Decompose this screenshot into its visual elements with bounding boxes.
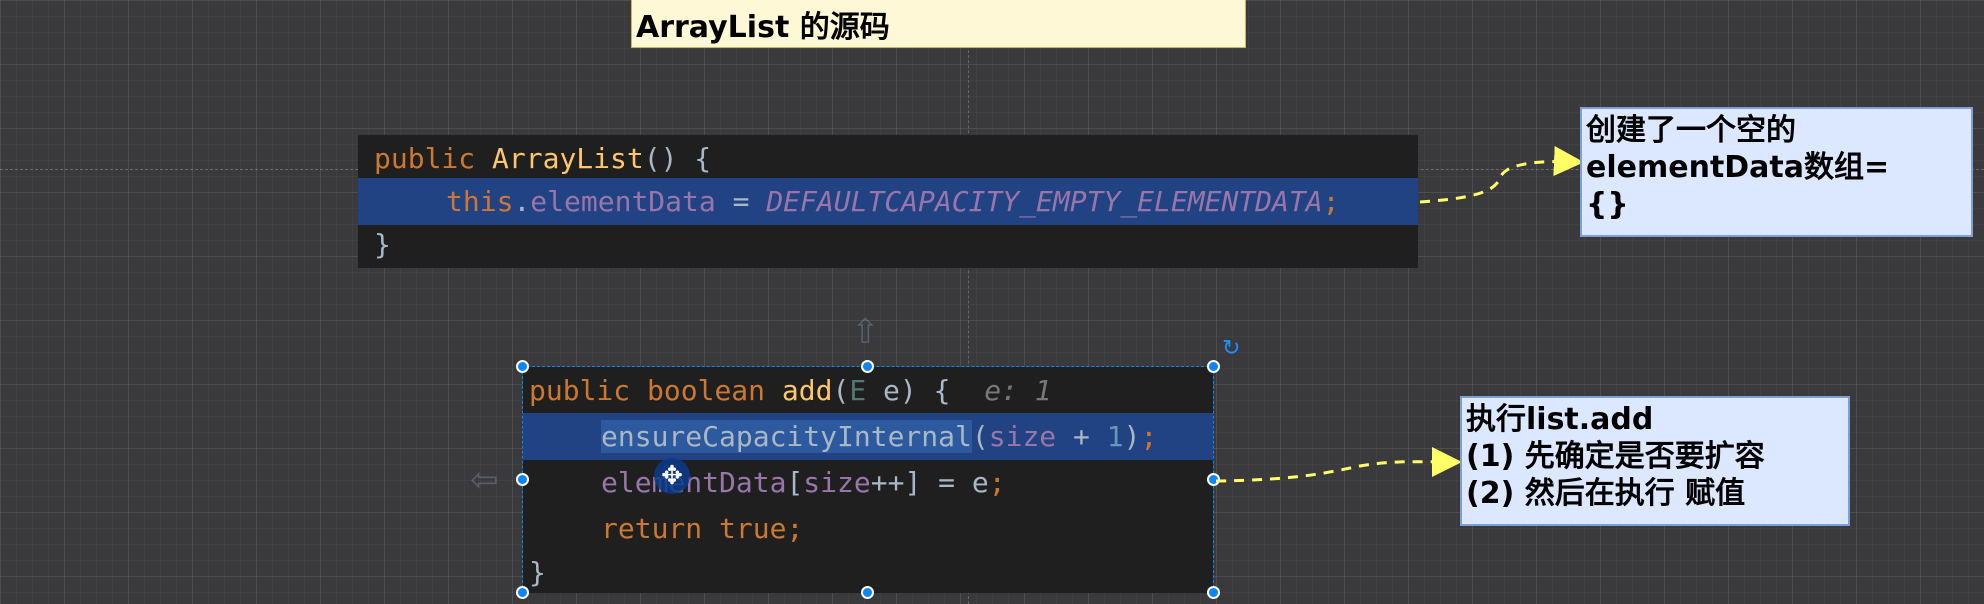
note-line: 执行list.add: [1466, 402, 1654, 437]
note-add[interactable]: 执行list.add (1) 先确定是否要扩容 (2) 然后在执行 赋值: [1460, 396, 1850, 526]
note-line: (1) 先确定是否要扩容: [1466, 439, 1765, 474]
note-line: 创建了一个空的: [1586, 113, 1796, 148]
note-line: {}: [1586, 187, 1629, 222]
note-constructor[interactable]: 创建了一个空的 elementData数组= {}: [1580, 107, 1973, 237]
connector-arrow-2: [1215, 446, 1462, 483]
note-line: (2) 然后在执行 赋值: [1466, 476, 1746, 511]
note-line: elementData数组=: [1586, 150, 1890, 185]
connector-arrow-1: [1419, 146, 1584, 204]
